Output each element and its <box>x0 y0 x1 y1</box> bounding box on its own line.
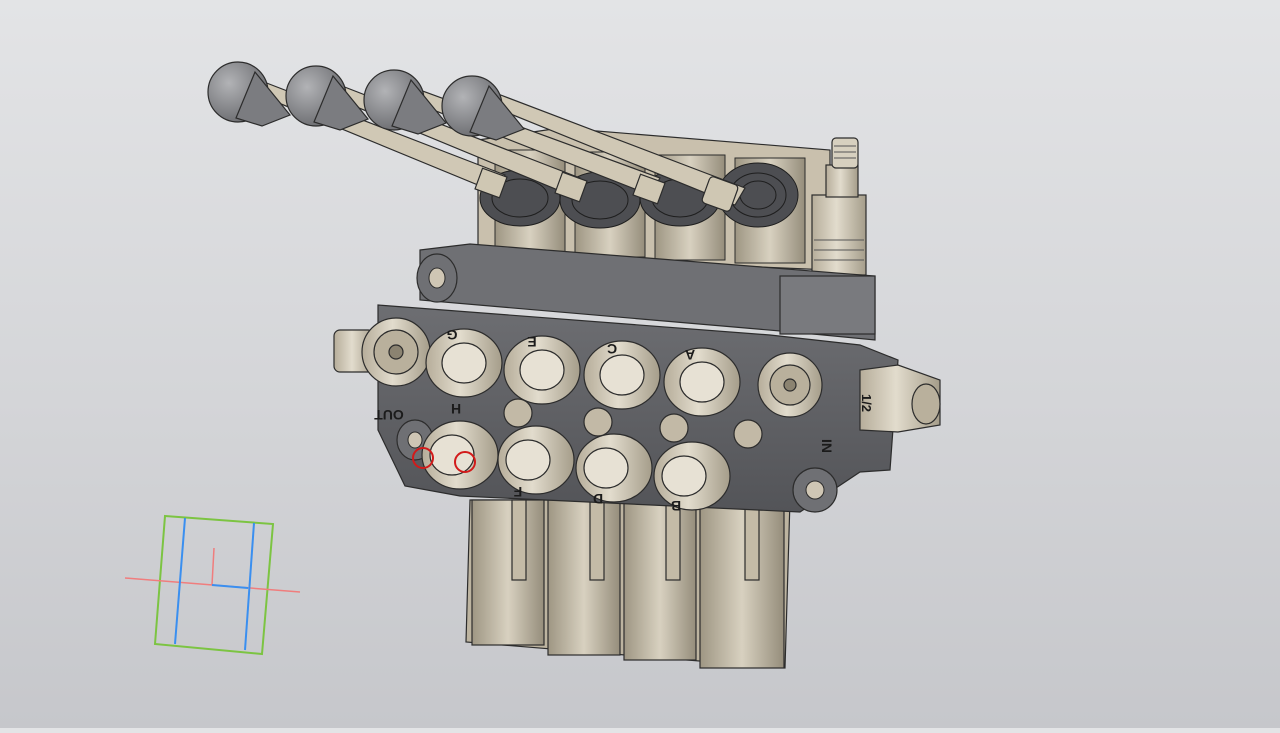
triad-center-h <box>211 584 249 589</box>
label-thread: 1/2 <box>859 394 874 412</box>
label-c: C <box>607 341 617 357</box>
triad-y-axis-a <box>174 517 186 645</box>
label-e: E <box>527 334 536 350</box>
label-b: B <box>671 498 681 514</box>
label-in: IN <box>819 439 835 453</box>
label-h: H <box>451 401 461 417</box>
label-a: A <box>685 347 695 363</box>
triad-y-axis-b <box>244 522 255 651</box>
bottom-spool-caps <box>465 499 791 669</box>
label-d: D <box>593 491 603 507</box>
3d-viewport[interactable]: G E C A H F D B OUT IN 1/2 <box>0 0 1280 728</box>
orientation-triad[interactable] <box>124 514 301 656</box>
triad-center-v <box>211 547 215 586</box>
model-canvas[interactable]: G E C A H F D B OUT IN 1/2 <box>0 0 1280 728</box>
label-f: F <box>513 484 522 500</box>
label-out: OUT <box>374 407 404 423</box>
label-g: G <box>446 327 457 343</box>
